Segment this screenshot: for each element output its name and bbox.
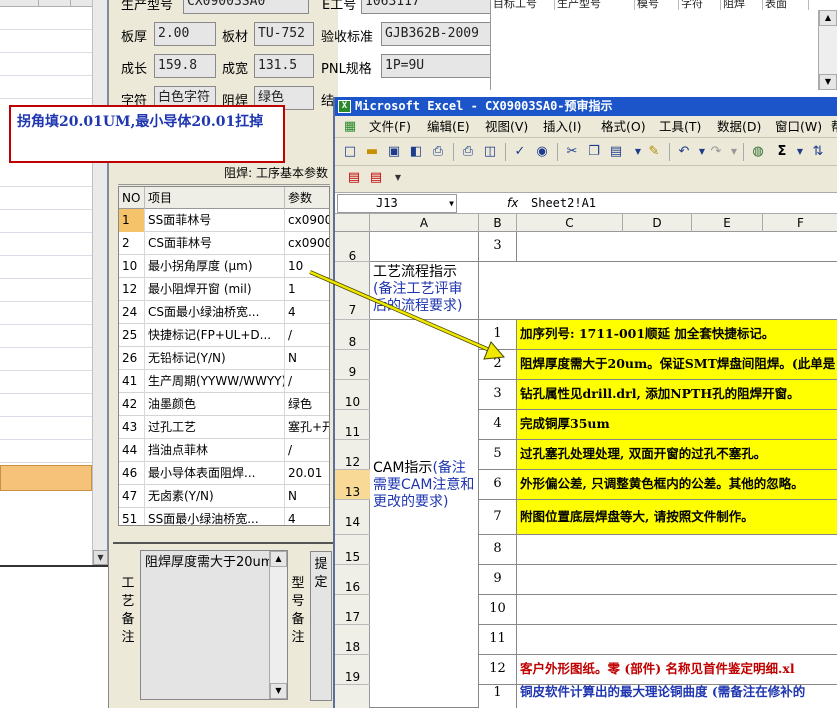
annotation-arrow bbox=[309, 270, 506, 360]
arrow-shaft bbox=[309, 270, 495, 354]
arrow-head bbox=[483, 341, 506, 360]
